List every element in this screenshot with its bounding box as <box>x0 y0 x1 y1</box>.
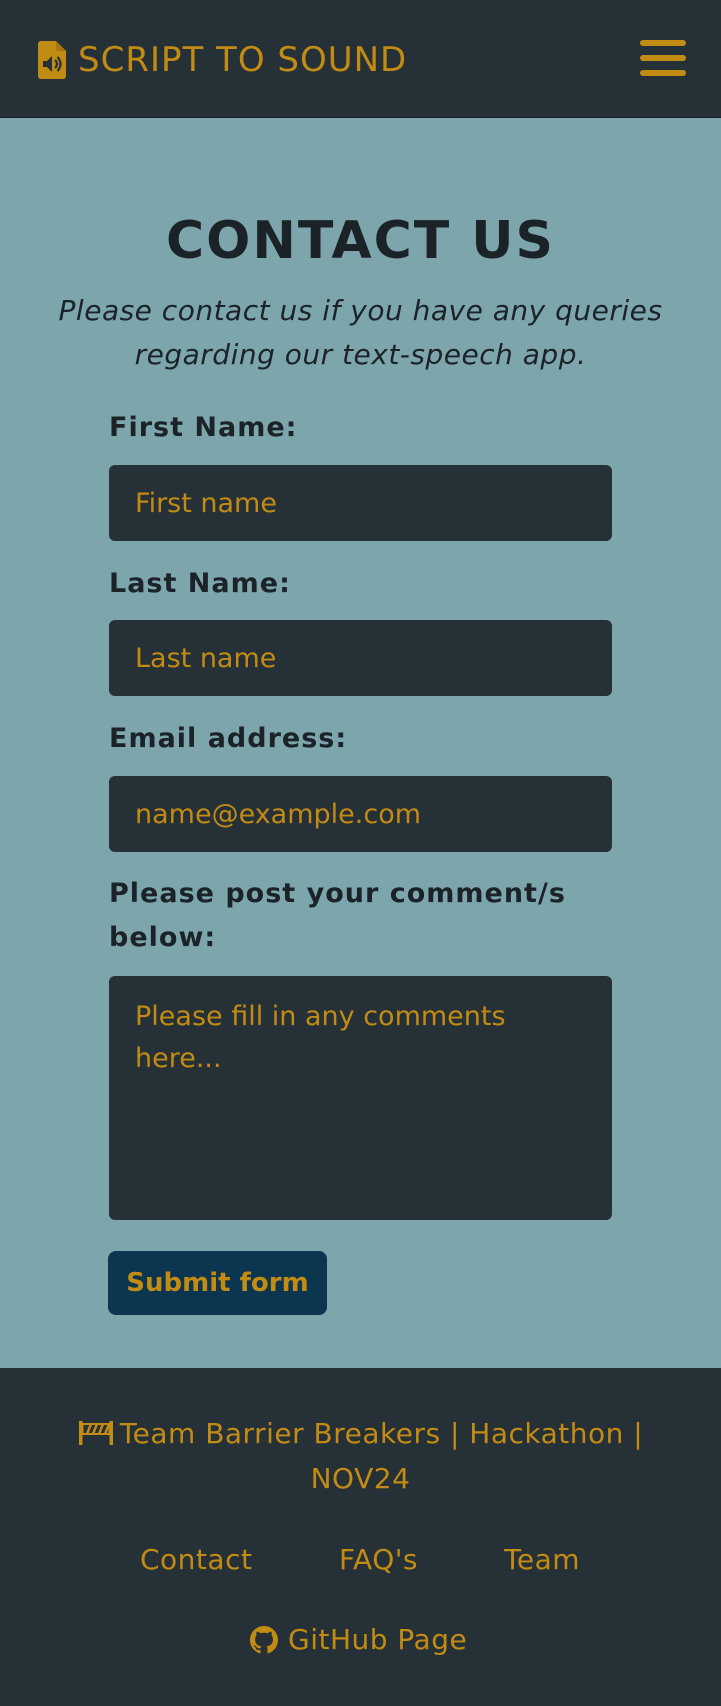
footer-link-contact[interactable]: Contact <box>140 1540 252 1580</box>
team-text: Team Barrier Breakers | Hackathon | NOV2… <box>119 1417 644 1495</box>
page-title: CONTACT US <box>166 211 555 271</box>
last-name-label: Last Name: <box>109 568 291 599</box>
contact-section: CONTACT US Please contact us if you have… <box>0 119 721 1368</box>
email-input[interactable] <box>109 776 612 852</box>
hamburger-menu-icon[interactable] <box>640 40 686 76</box>
menu-bar <box>640 70 686 76</box>
brand-title: SCRIPT TO SOUND <box>78 40 408 80</box>
email-label: Email address: <box>109 723 348 754</box>
footer: Team Barrier Breakers | Hackathon | NOV2… <box>0 1368 721 1706</box>
comments-label: Please post your comment/s below: <box>109 878 566 953</box>
submit-button[interactable]: Submit form <box>108 1251 327 1315</box>
footer-link-faqs[interactable]: FAQ's <box>339 1540 418 1580</box>
page-subtitle: Please contact us if you have any querie… <box>58 294 663 371</box>
last-name-input[interactable] <box>109 620 612 696</box>
footer-team-text: Team Barrier Breakers | Hackathon | NOV2… <box>60 1411 661 1501</box>
github-link[interactable]: GitHub Page <box>250 1620 467 1660</box>
first-name-input[interactable] <box>109 465 612 541</box>
github-link-label: GitHub Page <box>288 1623 468 1656</box>
github-icon <box>250 1626 278 1654</box>
menu-bar <box>640 40 686 46</box>
file-audio-icon <box>38 41 66 79</box>
brand-link[interactable]: SCRIPT TO SOUND <box>38 38 407 82</box>
menu-bar <box>640 55 686 61</box>
navbar: SCRIPT TO SOUND <box>0 0 721 118</box>
comments-textarea[interactable] <box>109 976 612 1220</box>
footer-link-team[interactable]: Team <box>504 1540 580 1580</box>
road-barrier-icon <box>78 1421 113 1445</box>
first-name-label: First Name: <box>109 412 298 443</box>
